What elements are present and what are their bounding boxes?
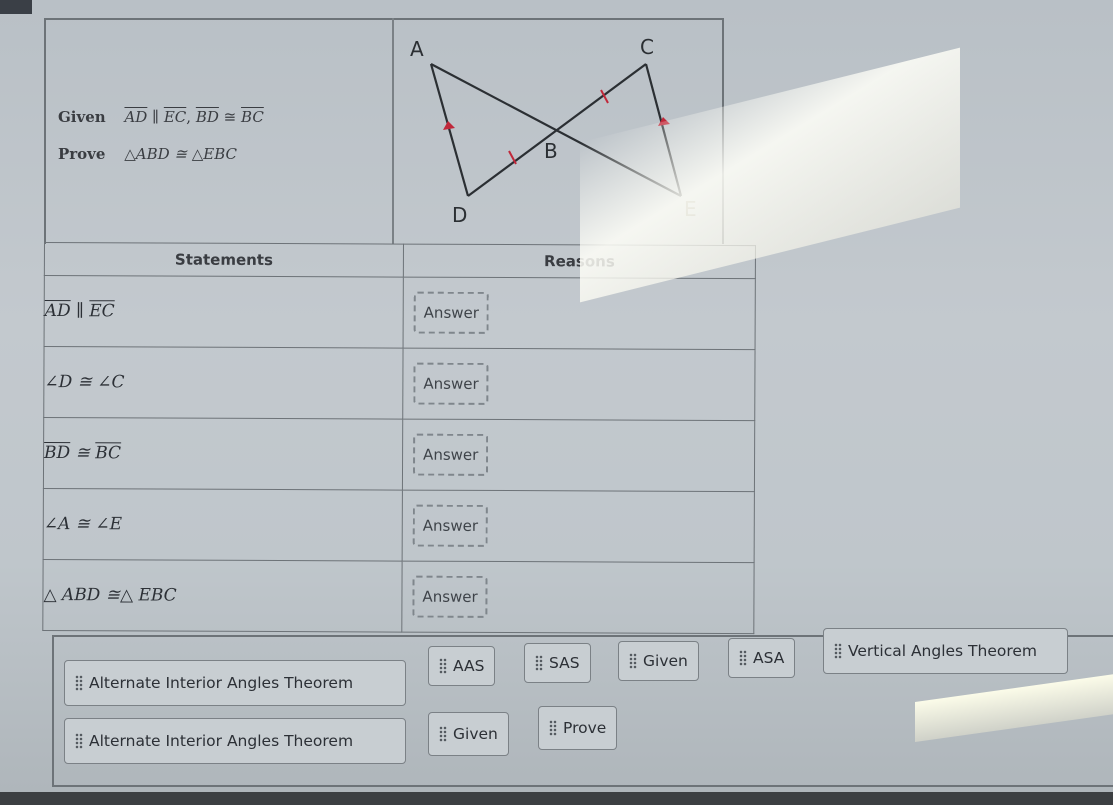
label-c: C (640, 35, 654, 59)
answer-chip[interactable]: AAS (428, 646, 496, 686)
reason-cell: Answer (403, 277, 756, 350)
answer-chip[interactable]: ASA (728, 638, 796, 678)
chip-label: ASA (753, 649, 785, 667)
given-statement: Given AD ∥ EC, BD ≅ BC (58, 108, 264, 126)
parallel-arrow-ad (443, 121, 455, 130)
segment-ad: AD (44, 301, 71, 322)
answer-drop-zone[interactable]: Answer (412, 504, 489, 547)
drag-handle-icon[interactable] (75, 675, 83, 691)
reason-cell: Answer (402, 419, 755, 492)
statements-header: Statements (44, 242, 404, 278)
label-d: D (452, 203, 467, 227)
triangle-diagram: A C B D E (410, 35, 697, 227)
parallel-symbol: ∥ (75, 301, 84, 322)
segment-bd: BD (44, 443, 71, 464)
answer-chip[interactable]: Alternate Interior Angles Theorem (64, 660, 406, 706)
segment-bc: BC (241, 108, 264, 126)
chip-label: Alternate Interior Angles Theorem (89, 674, 354, 692)
answer-chip[interactable]: Given (618, 641, 699, 681)
segment-ad: AD (124, 108, 148, 126)
statement-cell: BD ≅ BC (43, 417, 403, 491)
drag-handle-icon[interactable] (549, 720, 557, 736)
segment-ce-line (644, 63, 683, 197)
segment-dc-line (467, 63, 647, 197)
drag-handle-icon[interactable] (439, 658, 447, 674)
problem-divider (392, 18, 394, 244)
table-row: △ ABD ≅△ EBC Answer (42, 559, 755, 634)
congruent-symbol: ≅ (75, 443, 90, 464)
reason-cell: Answer (402, 348, 756, 421)
drag-handle-icon[interactable] (535, 655, 543, 671)
reason-cell: Answer (401, 561, 755, 634)
answer-chip[interactable]: Vertical Angles Theorem (823, 628, 1068, 674)
table-row: ∠D ≅ ∠C Answer (43, 346, 756, 421)
table-row: ∠A ≅ ∠E Answer (43, 488, 755, 563)
prove-label: Prove (58, 145, 106, 163)
comma: , (186, 108, 192, 126)
drag-handle-icon[interactable] (439, 726, 447, 742)
chip-label: AAS (453, 657, 485, 675)
drag-handle-icon[interactable] (75, 733, 83, 749)
reason-cell: Answer (402, 490, 755, 563)
segment-ec: EC (163, 108, 187, 126)
prove-statement: Prove △ABD ≅ △EBC (58, 145, 237, 163)
chip-label: Vertical Angles Theorem (848, 642, 1038, 660)
answer-drop-zone[interactable]: Answer (412, 433, 489, 476)
label-a: A (410, 37, 424, 61)
answer-chip[interactable]: Alternate Interior Angles Theorem (64, 718, 406, 764)
parallel-symbol: ∥ (152, 108, 160, 126)
segment-ad-line (429, 63, 470, 197)
answer-chip[interactable]: SAS (524, 643, 591, 683)
reasons-header: Reasons (403, 244, 756, 279)
window-corner (0, 0, 32, 14)
segment-bc: BC (95, 443, 122, 464)
drag-handle-icon[interactable] (739, 650, 747, 666)
table-row: BD ≅ BC Answer (43, 417, 755, 492)
table-row: AD ∥ EC Answer (44, 275, 756, 350)
congruent-symbol: ≅ (223, 108, 237, 126)
segment-ec: EC (89, 301, 115, 322)
chip-label: Given (453, 725, 498, 743)
segment-bd: BD (195, 108, 219, 126)
answer-chip[interactable]: Given (428, 712, 509, 756)
statement-cell: ∠A ≅ ∠E (43, 488, 403, 562)
statement-cell: ∠D ≅ ∠C (43, 346, 404, 420)
chip-label: Prove (563, 719, 607, 737)
statement-cell: △ ABD ≅△ EBC (42, 559, 403, 633)
screen-bezel (0, 792, 1113, 805)
label-b: B (544, 139, 558, 163)
answer-drop-zone[interactable]: Answer (413, 362, 489, 405)
answer-chip[interactable]: Prove (538, 706, 618, 750)
answer-drop-zone[interactable]: Answer (413, 291, 490, 334)
table-header-row: Statements Reasons (44, 242, 756, 279)
drag-handle-icon[interactable] (834, 643, 842, 659)
prove-expression: △ABD ≅ △EBC (124, 145, 238, 163)
statement-cell: AD ∥ EC (44, 275, 404, 349)
chip-label: SAS (549, 654, 580, 672)
chip-label: Given (643, 652, 688, 670)
answer-drop-zone[interactable]: Answer (412, 575, 488, 618)
label-e: E (684, 197, 697, 221)
chip-label: Alternate Interior Angles Theorem (89, 732, 354, 750)
given-label: Given (58, 108, 106, 126)
proof-table: Statements Reasons AD ∥ EC Answer ∠D ≅ ∠… (42, 242, 756, 634)
drag-handle-icon[interactable] (629, 653, 637, 669)
